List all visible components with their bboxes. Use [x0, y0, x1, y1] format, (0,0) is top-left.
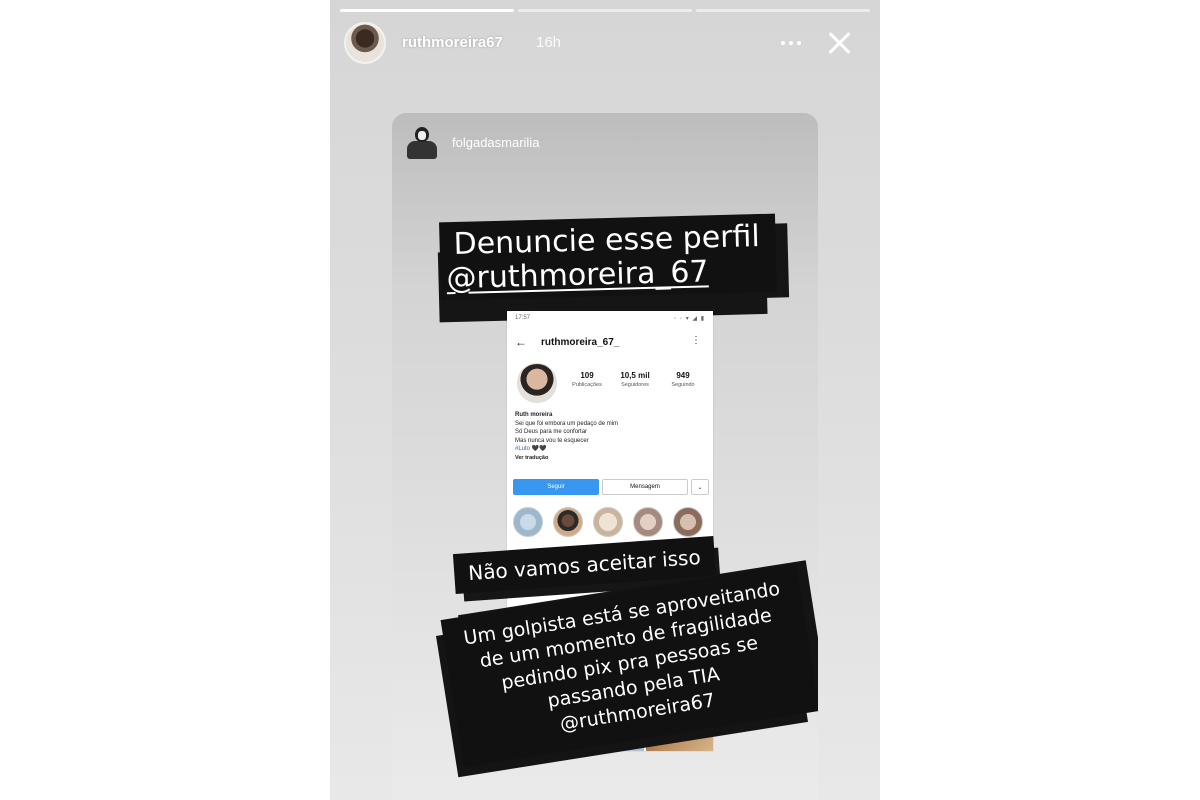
profile-username: ruthmoreira_67_	[541, 337, 620, 348]
close-icon[interactable]	[824, 28, 854, 58]
stat-following: 949 Seguindo	[671, 371, 695, 388]
profile-stats: 109 Publicações 10,5 mil Seguidores 949 …	[565, 371, 705, 388]
phone-status-bar: 17:57 ◦ ◦ ▾ ◢ ▮	[515, 315, 705, 322]
shared-account-avatar[interactable]	[404, 125, 440, 161]
progress-segment	[340, 9, 514, 12]
follow-button: Seguir	[513, 479, 599, 495]
text-sticker-bottom: Um golpista está se aproveitando de um m…	[440, 563, 818, 768]
stat-followers: 10,5 mil Seguidores	[620, 371, 650, 388]
avatar[interactable]	[344, 22, 386, 64]
story-username[interactable]: ruthmoreira67	[402, 34, 503, 51]
bio-line: Só Deus para me confortar	[515, 429, 588, 435]
mention-link[interactable]: @ruthmoreira_67	[446, 254, 709, 296]
progress-segment	[696, 9, 870, 12]
story-highlights	[513, 507, 713, 541]
message-button: Mensagem	[602, 479, 688, 495]
progress-segment	[518, 9, 692, 12]
shared-account-name[interactable]: folgadasmarilia	[452, 135, 539, 150]
highlight-thumbnail	[553, 507, 583, 537]
bio-line: Sei que foi embora um pedaço de mim	[515, 420, 619, 427]
stat-posts: 109 Publicações	[572, 371, 602, 388]
bio-translate: Ver tradução	[515, 454, 549, 461]
highlight-thumbnail	[633, 507, 663, 537]
menu-icon: ⋮	[691, 335, 701, 346]
story-progress-bar	[340, 9, 870, 12]
bio-line: Mas nunca vou te esquecer	[515, 437, 589, 444]
status-icons: ◦ ◦ ▾ ◢ ▮	[674, 316, 705, 322]
highlight-thumbnail	[673, 507, 703, 537]
story-header: ruthmoreira67 16h	[344, 22, 866, 66]
profile-picture	[517, 363, 557, 403]
profile-nav: ← ruthmoreira_67_ ⋮	[515, 335, 705, 351]
profile-bio: Ruth moreira Sei que foi embora um pedaç…	[515, 411, 705, 462]
highlight-thumbnail	[513, 507, 543, 537]
shared-post-card[interactable]: folgadasmarilia Denuncie esse perfil @ru…	[392, 113, 818, 800]
highlight-thumbnail	[593, 507, 623, 537]
story-viewer: ruthmoreira67 16h folgadasmarilia Denunc…	[330, 0, 880, 800]
text-sticker-top: Denuncie esse perfil @ruthmoreira_67	[439, 213, 777, 301]
chevron-down-icon: ⌄	[691, 479, 709, 495]
bio-name: Ruth moreira	[515, 412, 553, 418]
back-arrow-icon: ←	[515, 335, 527, 349]
phone-time: 17:57	[515, 315, 531, 321]
profile-actions: Seguir Mensagem ⌄	[513, 479, 709, 495]
more-horizontal-icon[interactable]	[776, 28, 806, 58]
story-timestamp: 16h	[536, 34, 562, 51]
bio-hashtag: #Luto 🖤🖤	[515, 446, 547, 452]
